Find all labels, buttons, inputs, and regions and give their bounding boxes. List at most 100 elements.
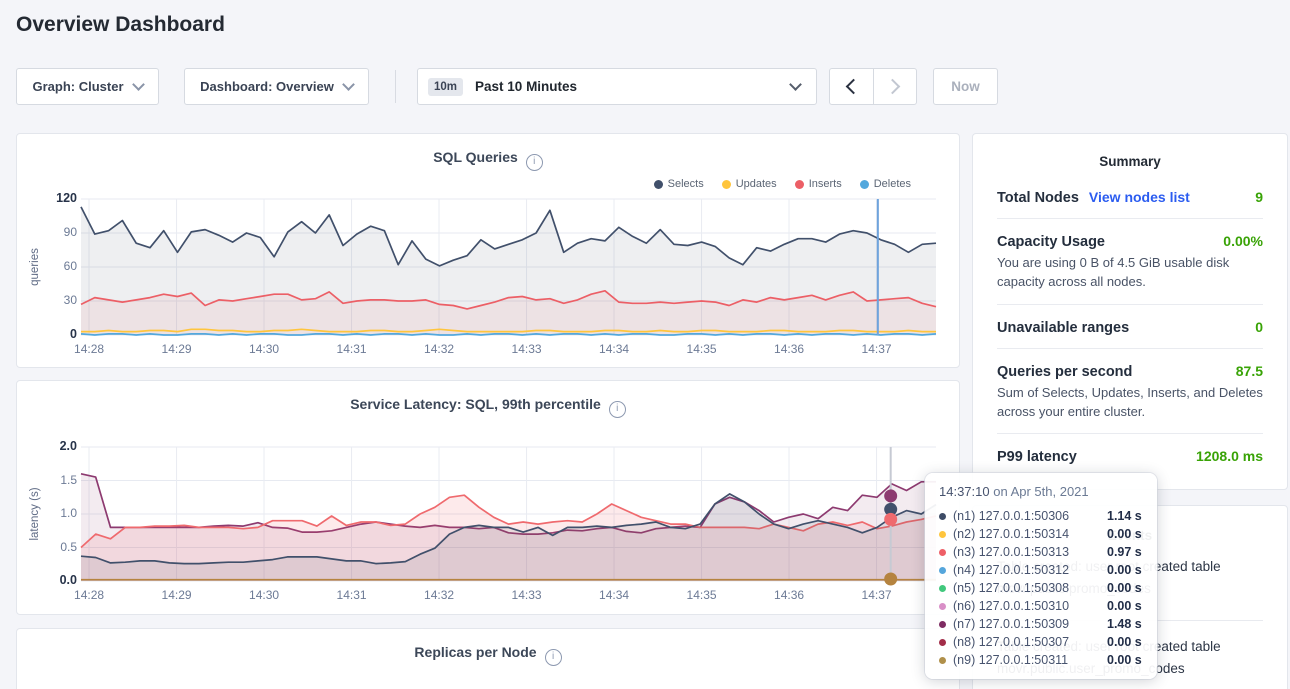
hover-dot — [884, 513, 897, 526]
y-axis-tick: 0 — [33, 327, 77, 341]
y-axis-tick: 0.5 — [33, 540, 77, 554]
service-latency-plot[interactable] — [81, 447, 936, 581]
y-axis-tick: 1.0 — [33, 506, 77, 520]
hover-dot — [884, 489, 897, 502]
summary-value: 1208.0 ms — [1196, 448, 1263, 464]
x-axis-tick: 14:35 — [680, 342, 724, 356]
x-axis-tick: 14:37 — [855, 342, 899, 356]
graph-dropdown[interactable]: Graph: Cluster — [16, 68, 159, 105]
tooltip-timestamp: 14:37:10 on Apr 5th, 2021 — [939, 484, 1143, 504]
x-axis-tick: 14:28 — [67, 342, 111, 356]
summary-row-queries-per-second: Queries per second 87.5 Sum of Selects, … — [997, 349, 1263, 435]
summary-row-p99-latency: P99 latency 1208.0 ms — [997, 434, 1263, 477]
chart-title: SQL Queries i — [17, 149, 959, 171]
chart-title-text: Service Latency: SQL, 99th percentile — [350, 396, 601, 412]
time-range-picker[interactable]: 10m Past 10 Minutes — [417, 68, 817, 105]
summary-subtext: You are using 0 B of 4.5 GiB usable disk… — [997, 254, 1263, 292]
chevron-down-icon — [132, 78, 145, 91]
page-title: Overview Dashboard — [16, 13, 225, 37]
x-axis-tick: 14:29 — [155, 588, 199, 602]
tooltip-node-row: (n5) 127.0.0.1:50308 0.00 s — [939, 579, 1143, 597]
x-axis-tick: 14:30 — [242, 588, 286, 602]
node-latency-value: 1.14 s — [1107, 509, 1142, 523]
node-latency-value: 0.97 s — [1107, 545, 1142, 559]
tooltip-node-row: (n4) 127.0.0.1:50312 0.00 s — [939, 561, 1143, 579]
node-address: (n5) 127.0.0.1:50308 — [953, 581, 1100, 595]
node-address: (n1) 127.0.0.1:50306 — [953, 509, 1100, 523]
sql-queries-panel: SQL Queries i Selects Updates Inserts Delete… — [16, 133, 960, 368]
now-button-label: Now — [951, 79, 980, 94]
service-latency-panel: Service Latency: SQL, 99th percentilei l… — [16, 380, 960, 615]
node-latency-value: 0.00 s — [1107, 581, 1142, 595]
legend-label: Inserts — [809, 178, 842, 190]
node-latency-value: 0.00 s — [1107, 653, 1142, 667]
tooltip-node-row: (n8) 127.0.0.1:503070.00 s — [939, 633, 1143, 651]
x-axis-tick: 14:35 — [680, 588, 724, 602]
node-address: (n4) 127.0.0.1:50312 — [953, 563, 1100, 577]
summary-panel: Summary Total Nodes View nodes list 9 Ca… — [972, 133, 1288, 490]
x-axis-tick: 14:28 — [67, 588, 111, 602]
x-axis-tick: 14:34 — [592, 588, 636, 602]
y-axis-tick: 30 — [33, 293, 77, 307]
legend-label: Selects — [668, 178, 704, 190]
legend-label: Deletes — [874, 178, 911, 190]
node-latency-value: 0.00 s — [1107, 635, 1142, 649]
node-color-dot — [939, 621, 946, 628]
x-axis-tick: 14:32 — [417, 588, 461, 602]
tooltip-node-row: (n7) 127.0.0.1:50309 1.48 s — [939, 615, 1143, 633]
x-axis-tick: 14:32 — [417, 342, 461, 356]
time-range-label: Past 10 Minutes — [475, 79, 577, 94]
chart-legend: Selects Updates Inserts Deletes — [654, 178, 911, 190]
dashboard-dropdown[interactable]: Dashboard: Overview — [184, 68, 369, 105]
tooltip-node-row: (n1) 127.0.0.1:50306 1.14 s — [939, 507, 1143, 525]
sql-queries-plot[interactable] — [81, 199, 936, 335]
tooltip-rows: (n1) 127.0.0.1:503061.14 s(n2) 127.0.0.1… — [939, 507, 1143, 669]
chart-title-text: Replicas per Node — [414, 644, 536, 660]
x-axis-tick: 14:37 — [855, 588, 899, 602]
overview-dashboard-page: Overview Dashboard Graph: Cluster Dashbo… — [0, 0, 1290, 689]
info-icon[interactable]: i — [545, 649, 562, 666]
node-address: (n7) 127.0.0.1:50309 — [953, 617, 1100, 631]
replicas-per-node-panel: Replicas per Node i — [16, 628, 960, 689]
tooltip-date: on Apr 5th, 2021 — [990, 484, 1089, 499]
node-latency-value: 0.00 s — [1107, 563, 1142, 577]
chevron-down-icon — [342, 78, 355, 91]
prev-time-button[interactable] — [830, 69, 874, 104]
dashboard-dropdown-label: Dashboard: Overview — [200, 79, 334, 94]
node-address: (n3) 127.0.0.1:50313 — [953, 545, 1100, 559]
chart-title-text: SQL Queries — [433, 149, 518, 165]
node-address: (n9) 127.0.0.1:50311 — [953, 653, 1100, 667]
x-axis-tick: 14:29 — [155, 342, 199, 356]
view-nodes-list-link[interactable]: View nodes list — [1089, 189, 1190, 205]
info-icon[interactable]: i — [526, 154, 543, 171]
y-axis-tick: 1.5 — [33, 473, 77, 487]
summary-subtext: Sum of Selects, Updates, Inserts, and De… — [997, 384, 1263, 422]
summary-label: Capacity Usage — [997, 234, 1105, 250]
chevron-right-icon — [885, 79, 901, 95]
summary-row-capacity-usage: Capacity Usage 0.00% You are using 0 B o… — [997, 219, 1263, 305]
next-time-button[interactable] — [874, 69, 917, 104]
legend-item-inserts[interactable]: Inserts — [795, 178, 842, 190]
time-range-badge: 10m — [428, 78, 463, 96]
summary-value: 9 — [1255, 189, 1263, 205]
node-latency-value: 1.48 s — [1107, 617, 1142, 631]
now-button[interactable]: Now — [933, 68, 998, 105]
chart-title: Replicas per Node i — [17, 644, 959, 666]
x-axis-tick: 14:33 — [505, 588, 549, 602]
x-axis-tick: 14:36 — [767, 342, 811, 356]
tooltip-node-row: (n9) 127.0.0.1:50311 0.00 s — [939, 651, 1143, 669]
node-latency-value: 0.00 s — [1107, 527, 1142, 541]
info-icon[interactable]: i — [609, 401, 626, 418]
summary-row-total-nodes: Total Nodes View nodes list 9 — [997, 169, 1263, 219]
node-color-dot — [939, 603, 946, 610]
legend-item-deletes[interactable]: Deletes — [860, 178, 911, 190]
legend-item-selects[interactable]: Selects — [654, 178, 704, 190]
chart-hover-tooltip: 14:37:10 on Apr 5th, 2021 (n1) 127.0.0.1… — [925, 473, 1157, 679]
summary-label: Total Nodes — [997, 190, 1079, 206]
x-axis-tick: 14:33 — [505, 342, 549, 356]
legend-item-updates[interactable]: Updates — [722, 178, 777, 190]
node-address: (n6) 127.0.0.1:50310 — [953, 599, 1100, 613]
summary-label: Queries per second — [997, 364, 1132, 380]
summary-label: Unavailable ranges — [997, 320, 1129, 336]
x-axis-tick: 14:31 — [330, 342, 374, 356]
